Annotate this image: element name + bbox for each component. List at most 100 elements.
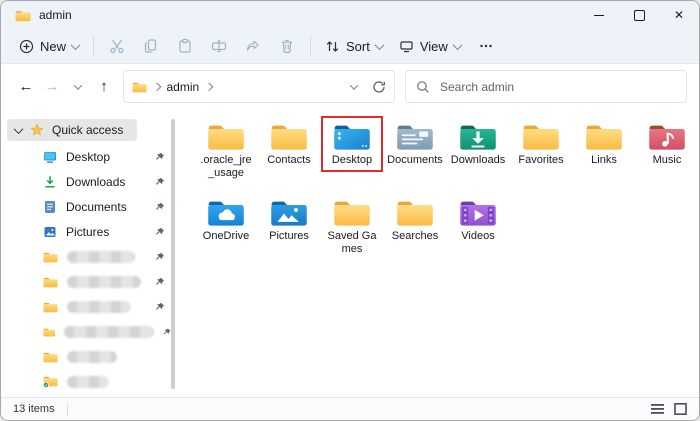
breadcrumb-admin[interactable]: admin	[167, 80, 200, 94]
folder-icon	[15, 9, 31, 22]
copy-button[interactable]	[134, 33, 168, 59]
file-name: Downloads	[451, 154, 505, 167]
folder-icon	[43, 251, 58, 263]
file-name: Saved Games	[324, 230, 380, 256]
copy-icon	[143, 38, 159, 54]
share-button[interactable]	[236, 33, 270, 59]
folder-icon	[132, 81, 147, 93]
search-input[interactable]	[438, 79, 676, 95]
sidebar-item-documents[interactable]: Documents	[1, 194, 187, 219]
sidebar-item-quick-access[interactable]: Quick access	[7, 119, 137, 141]
more-options-button[interactable]	[469, 33, 503, 59]
document-icon	[43, 200, 57, 214]
cut-button[interactable]	[100, 33, 134, 59]
view-button-label: View	[420, 39, 448, 54]
status-bar: 13 items	[1, 397, 699, 420]
view-icon	[399, 39, 414, 54]
file-item[interactable]: Videos	[447, 192, 509, 267]
sidebar-item-pictures[interactable]: Pictures	[1, 219, 187, 244]
file-name: Desktop	[332, 154, 372, 167]
sidebar-item-label: Pictures	[66, 225, 109, 239]
back-icon: ←	[19, 78, 34, 95]
details-view-icon[interactable]	[651, 403, 664, 415]
redacted-label	[64, 326, 153, 338]
close-button[interactable]: ✕	[659, 1, 699, 29]
items-count: 13 items	[13, 403, 55, 415]
search-box[interactable]	[405, 70, 687, 103]
folder-icon	[270, 121, 308, 151]
back-button[interactable]: ←	[13, 72, 39, 102]
folder-icon	[396, 197, 434, 227]
file-name: Music	[653, 154, 682, 167]
redacted-label	[67, 301, 131, 313]
paste-button[interactable]	[168, 33, 202, 59]
chevron-down-icon	[452, 40, 462, 50]
file-item[interactable]: OneDrive	[195, 192, 257, 267]
navigation-pane: Quick access Desktop Downloads	[1, 109, 187, 397]
sidebar-item-redacted[interactable]	[1, 244, 187, 269]
file-item[interactable]: Contacts	[258, 116, 320, 191]
folder-icon	[333, 197, 371, 227]
new-button[interactable]: New	[11, 34, 87, 59]
status-separator	[67, 403, 68, 416]
sidebar-scrollbar[interactable]	[171, 119, 175, 389]
redacted-label	[67, 276, 141, 288]
pin-icon	[155, 277, 165, 287]
pin-icon	[155, 152, 165, 162]
file-item[interactable]: Saved Games	[321, 192, 383, 267]
file-item[interactable]: Documents	[384, 116, 446, 191]
file-name: Contacts	[267, 154, 310, 167]
sidebar-item-redacted[interactable]	[1, 369, 187, 394]
sidebar-item-desktop[interactable]: Desktop	[1, 144, 187, 169]
up-button[interactable]: ↑	[91, 72, 117, 102]
maximize-button[interactable]	[619, 1, 659, 29]
toolbar-separator	[93, 36, 94, 56]
rename-button[interactable]	[202, 33, 236, 59]
delete-button[interactable]	[270, 33, 304, 59]
desktop-folder-icon	[333, 121, 371, 151]
file-item[interactable]: Favorites	[510, 116, 572, 191]
sidebar-item-downloads[interactable]: Downloads	[1, 169, 187, 194]
window-title: admin	[39, 8, 72, 22]
more-options-icon	[478, 38, 494, 54]
folder-icon	[585, 121, 623, 151]
view-button[interactable]: View	[391, 34, 469, 59]
file-item[interactable]: Music	[636, 116, 698, 191]
folder-icon	[43, 276, 58, 288]
refresh-icon[interactable]	[372, 80, 386, 94]
pin-icon	[155, 227, 165, 237]
file-item[interactable]: .oracle_jre_usage	[195, 116, 257, 191]
address-dropdown-chevron-icon[interactable]	[350, 81, 358, 89]
sidebar-item-redacted[interactable]	[1, 319, 187, 344]
pin-icon	[155, 302, 165, 312]
pin-icon	[163, 327, 171, 337]
download-icon	[43, 175, 57, 189]
synced-folder-icon	[43, 375, 58, 388]
forward-button[interactable]: →	[39, 72, 65, 102]
large-icons-view-icon[interactable]	[674, 403, 687, 415]
sort-button-label: Sort	[346, 39, 370, 54]
file-name: Favorites	[518, 154, 563, 167]
address-bar[interactable]: admin	[123, 70, 395, 103]
paste-icon	[177, 38, 193, 54]
sidebar-item-redacted[interactable]	[1, 344, 187, 369]
pin-icon	[155, 252, 165, 262]
sort-button[interactable]: Sort	[317, 34, 391, 59]
file-item[interactable]: Pictures	[258, 192, 320, 267]
file-name: OneDrive	[203, 230, 249, 243]
minimize-button[interactable]	[579, 1, 619, 29]
file-item[interactable]: Downloads	[447, 116, 509, 191]
desktop-icon	[43, 150, 57, 164]
file-grid: .oracle_jre_usage Contacts	[195, 116, 699, 267]
file-item[interactable]: Links	[573, 116, 635, 191]
sidebar-item-redacted[interactable]	[1, 269, 187, 294]
recent-locations-button[interactable]	[65, 72, 91, 102]
toolbar-separator	[310, 36, 311, 56]
redacted-label	[67, 251, 135, 263]
file-item-desktop[interactable]: Desktop	[321, 116, 383, 191]
sidebar-item-redacted[interactable]	[1, 294, 187, 319]
file-item[interactable]: Searches	[384, 192, 446, 267]
maximize-icon	[634, 10, 645, 21]
selection-highlight-red-box: Desktop	[321, 116, 383, 172]
sidebar-item-label: Downloads	[66, 175, 125, 189]
